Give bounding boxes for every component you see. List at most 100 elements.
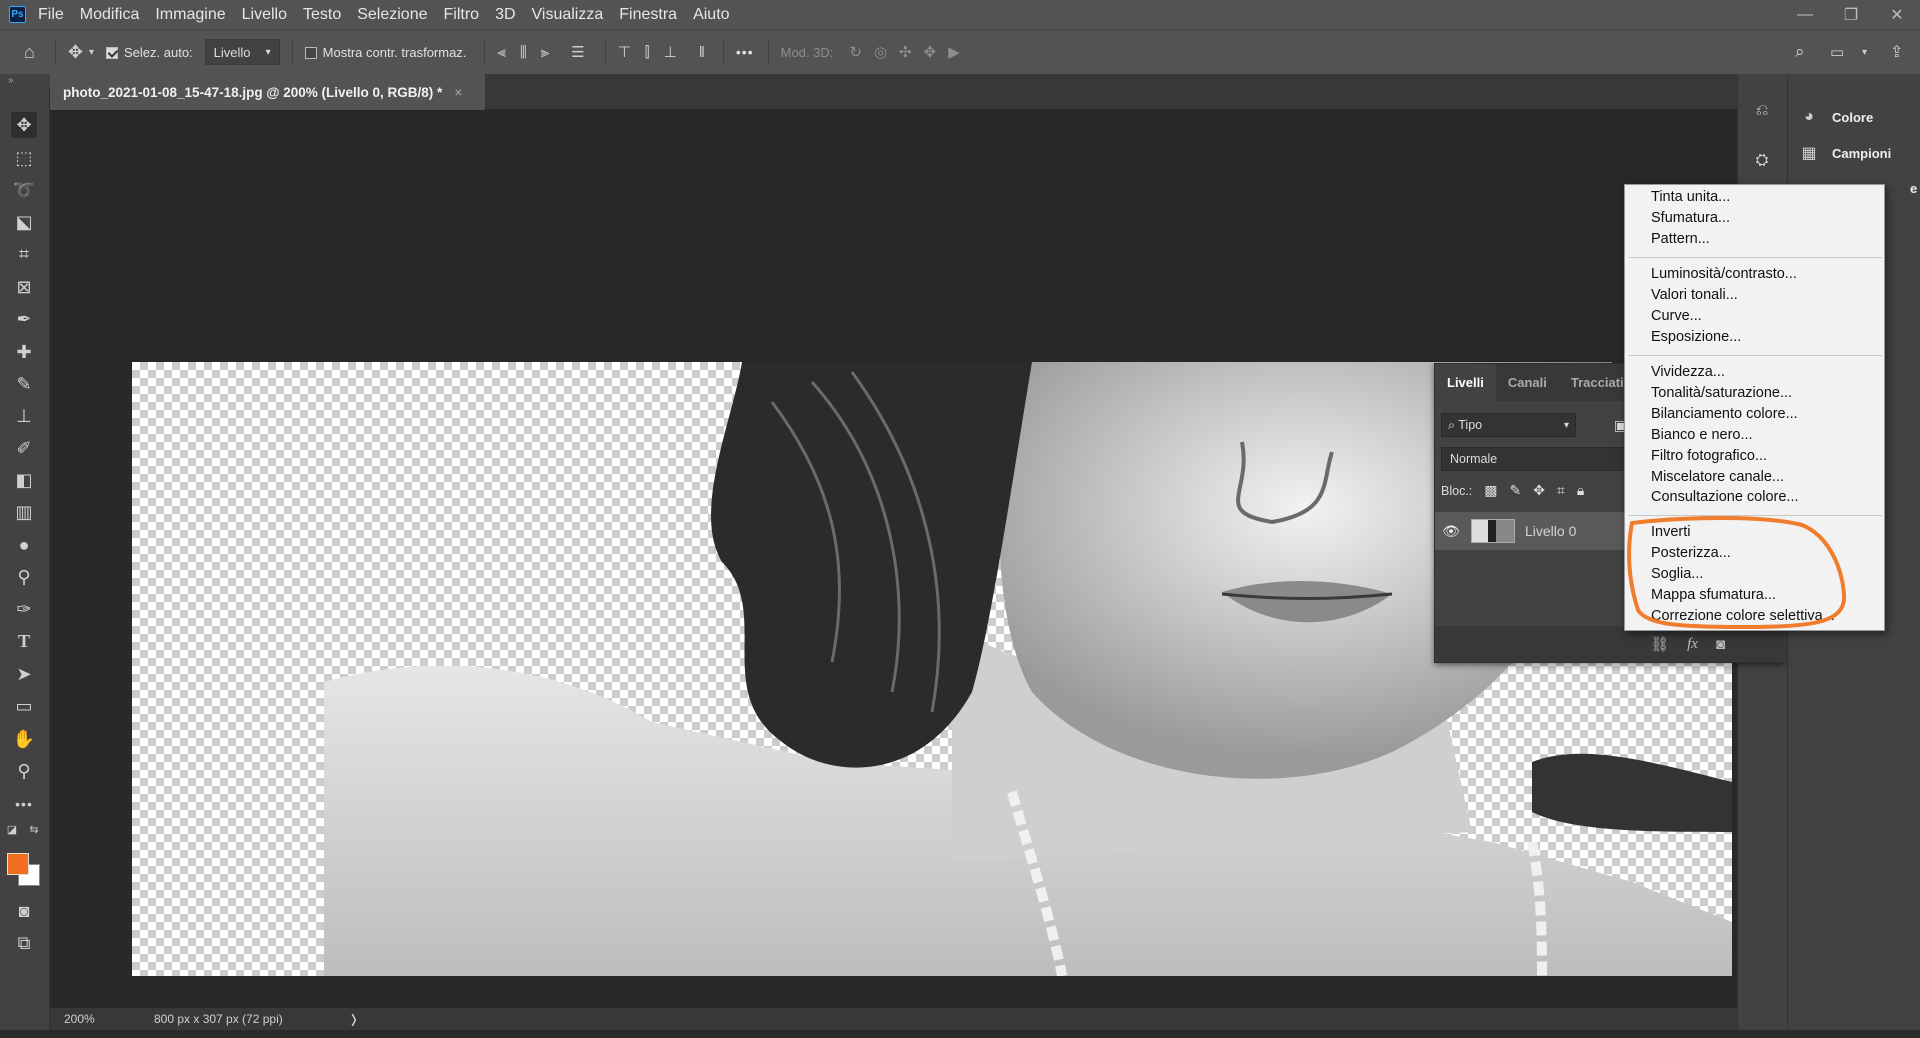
menu-3d[interactable]: 3D <box>495 6 515 24</box>
path-selection-icon[interactable]: ➤ <box>11 661 37 687</box>
menu-item-mappa-sfumatura[interactable]: Mappa sfumatura... <box>1651 587 1776 603</box>
align-middle-v-icon[interactable]: ⫿ <box>645 44 650 61</box>
align-center-h-icon[interactable]: ⫼ <box>520 44 527 61</box>
layer-name[interactable]: Livello 0 <box>1525 523 1576 539</box>
zoom-icon[interactable]: ⚲ <box>11 758 37 784</box>
healing-brush-icon[interactable]: ✚ <box>11 339 37 365</box>
home-icon[interactable]: ⌂ <box>24 42 35 63</box>
restore-button[interactable]: ❐ <box>1828 5 1874 25</box>
rectangle-shape-icon[interactable]: ▭ <box>11 693 37 719</box>
dock-item-colore[interactable]: ◕ Colore <box>1798 104 1873 130</box>
default-colors-icon[interactable]: ◪ <box>4 821 20 837</box>
edit-toolbar-button[interactable]: ••• <box>11 791 37 817</box>
eyedropper-icon[interactable]: ✒ <box>11 306 37 332</box>
type-tool-icon[interactable]: T <box>11 628 37 654</box>
menu-testo[interactable]: Testo <box>303 6 341 24</box>
lock-transparent-icon[interactable]: ▩ <box>1484 482 1497 499</box>
clone-stamp-icon[interactable]: ⊥ <box>11 403 37 429</box>
menu-filtro[interactable]: Filtro <box>444 6 480 24</box>
orbit-3d-icon[interactable]: ↻ <box>849 43 862 61</box>
brush-icon[interactable]: ✎ <box>11 371 37 397</box>
auto-select-dropdown[interactable]: Livello ▾ <box>204 39 280 65</box>
share-icon[interactable]: ⇪ <box>1890 42 1903 62</box>
menu-item-inverti[interactable]: Inverti <box>1651 524 1691 540</box>
eraser-icon[interactable]: ◧ <box>11 467 37 493</box>
lock-all-icon[interactable]: 🔒︎ <box>1577 482 1584 499</box>
object-selection-icon[interactable]: ⬕ <box>11 209 37 235</box>
slide-3d-icon[interactable]: ✥ <box>924 43 937 61</box>
status-menu-arrow[interactable]: ❭ <box>349 1012 359 1026</box>
distribute-horizontal-icon[interactable]: ☰ <box>571 43 584 61</box>
chevron-down-icon[interactable]: ▾ <box>89 47 94 58</box>
menu-item-valori-tonali[interactable]: Valori tonali... <box>1651 287 1738 303</box>
minimize-button[interactable]: — <box>1782 6 1828 24</box>
search-icon[interactable]: ⌕ <box>1795 42 1805 62</box>
menu-modifica[interactable]: Modifica <box>80 6 140 24</box>
menu-item-bilanciamento-colore[interactable]: Bilanciamento colore... <box>1651 406 1798 422</box>
chevron-down-icon[interactable]: ▾ <box>1862 47 1867 58</box>
more-options-button[interactable]: ••• <box>736 44 754 60</box>
move-tool-icon[interactable]: ✥ <box>68 42 83 63</box>
align-top-icon[interactable]: ⊤ <box>618 43 631 61</box>
pen-icon[interactable]: ✑ <box>11 596 37 622</box>
menu-item-vividezza[interactable]: Vividezza... <box>1651 364 1725 380</box>
gradient-icon[interactable]: ▥ <box>11 499 37 525</box>
menu-item-soglia[interactable]: Soglia... <box>1651 566 1703 582</box>
menu-item-consultazione-colore[interactable]: Consultazione colore... <box>1651 489 1799 505</box>
close-tab-icon[interactable]: × <box>454 85 462 100</box>
lock-position-icon[interactable]: ✥ <box>1533 482 1545 499</box>
drag-3d-icon[interactable]: ✣ <box>899 43 912 61</box>
menu-item-correzione-colore-selettiva[interactable]: Correzione colore selettiva... <box>1651 608 1835 624</box>
camera-3d-icon[interactable]: ▶ <box>948 43 960 61</box>
properties-panel-icon[interactable]: ⛭ <box>1749 148 1775 174</box>
toolbar-collapse-handle[interactable]: » <box>0 74 50 88</box>
swap-colors-icon[interactable]: ⇆ <box>26 821 42 837</box>
link-layers-icon[interactable]: ⛓ <box>1650 635 1669 653</box>
align-right-icon[interactable]: ⫸ <box>541 44 549 61</box>
menu-item-filtro-fotografico[interactable]: Filtro fotografico... <box>1651 448 1767 464</box>
align-left-icon[interactable]: ⫷ <box>497 44 505 61</box>
menu-finestra[interactable]: Finestra <box>619 6 677 24</box>
menu-item-esposizione[interactable]: Esposizione... <box>1651 329 1741 345</box>
menu-aiuto[interactable]: Aiuto <box>693 6 729 24</box>
history-brush-icon[interactable]: ✐ <box>11 435 37 461</box>
tab-livelli[interactable]: Livelli <box>1435 364 1496 401</box>
menu-visualizza[interactable]: Visualizza <box>532 6 604 24</box>
layer-style-fx-icon[interactable]: fx <box>1687 636 1698 653</box>
menu-file[interactable]: File <box>38 6 64 24</box>
menu-item-tinta-unita[interactable]: Tinta unita... <box>1651 189 1730 205</box>
frame-icon[interactable]: ⊠ <box>11 274 37 300</box>
crop-icon[interactable]: ⌗ <box>11 241 37 267</box>
layer-filter-select[interactable]: ⌕ Tipo ▾ <box>1441 413 1576 437</box>
rectangular-marquee-icon[interactable]: ⬚ <box>11 145 37 171</box>
dock-item-campioni[interactable]: ▦ Campioni <box>1798 140 1891 166</box>
add-mask-icon[interactable]: ◙ <box>1716 636 1725 653</box>
zoom-level[interactable]: 200% <box>64 1012 134 1026</box>
hand-icon[interactable]: ✋ <box>11 726 37 752</box>
menu-item-pattern[interactable]: Pattern... <box>1651 231 1710 247</box>
menu-item-luminosita-contrasto[interactable]: Luminosità/contrasto... <box>1651 266 1797 282</box>
distribute-vertical-icon[interactable]: ‖ <box>699 44 705 61</box>
quick-mask-icon[interactable]: ◙ <box>11 898 37 924</box>
menu-item-tonalita-saturazione[interactable]: Tonalità/saturazione... <box>1651 385 1792 401</box>
menu-livello[interactable]: Livello <box>242 6 287 24</box>
eye-visibility-icon[interactable]: 👁︎ <box>1435 523 1467 540</box>
roll-3d-icon[interactable]: ◎ <box>874 43 887 61</box>
lasso-icon[interactable]: ➰ <box>11 177 37 203</box>
blur-icon[interactable]: ● <box>11 532 37 558</box>
auto-select-checkbox[interactable] <box>106 45 124 60</box>
dodge-icon[interactable]: ⚲ <box>11 564 37 590</box>
menu-item-sfumatura[interactable]: Sfumatura... <box>1651 210 1730 226</box>
menu-item-posterizza[interactable]: Posterizza... <box>1651 545 1731 561</box>
menu-selezione[interactable]: Selezione <box>357 6 427 24</box>
blend-mode-select[interactable]: Normale <box>1441 447 1641 471</box>
history-panel-icon[interactable]: ⎌ <box>1749 98 1775 124</box>
screen-mode-icon[interactable]: ⧉ <box>11 930 37 956</box>
menu-immagine[interactable]: Immagine <box>155 6 225 24</box>
move-tool-icon[interactable]: ✥ <box>11 112 37 138</box>
lock-image-icon[interactable]: ✎ <box>1510 482 1522 499</box>
tab-canali[interactable]: Canali <box>1496 364 1559 401</box>
menu-item-bianco-e-nero[interactable]: Bianco e nero... <box>1651 427 1753 443</box>
align-bottom-icon[interactable]: ⊥ <box>664 43 677 61</box>
close-window-button[interactable]: ✕ <box>1874 5 1920 25</box>
